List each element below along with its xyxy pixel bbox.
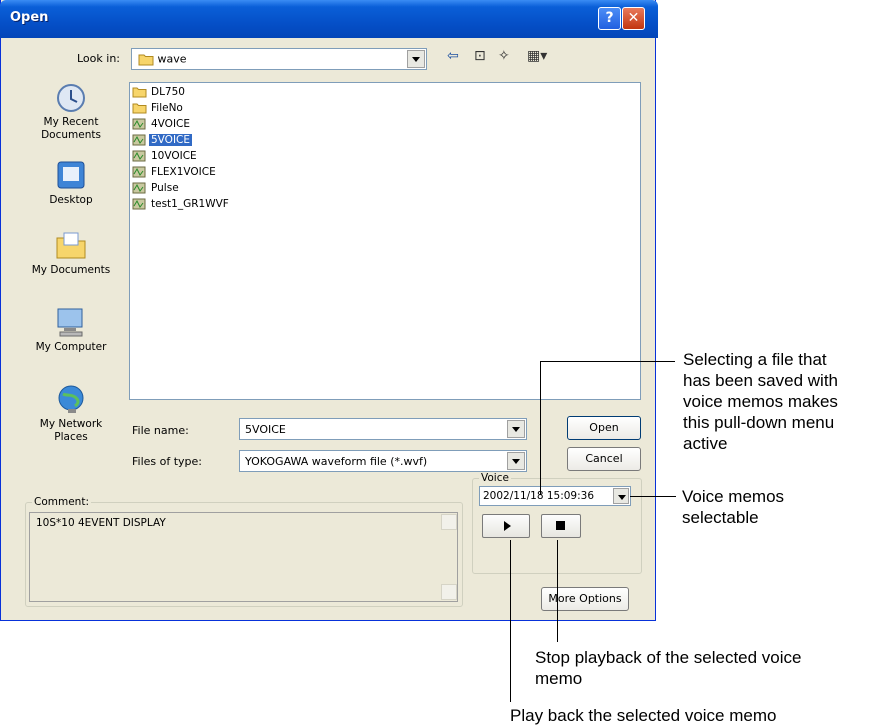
window-title: Open [10,10,49,25]
file-name-input[interactable]: 5VOICE [239,418,527,440]
list-item[interactable]: FileNo [132,102,185,118]
list-item[interactable]: 10VOICE [132,150,199,166]
play-icon [504,521,511,531]
file-name-value: 5VOICE [245,423,286,436]
file-name-selected: 5VOICE [149,134,193,146]
file-name: 10VOICE [151,150,197,162]
network-places-icon [58,385,84,413]
list-item[interactable]: FLEX1VOICE [132,166,218,182]
waveform-file-icon [132,182,146,194]
comment-text: 10S*10 4EVENT DISPLAY [36,517,166,529]
file-type-label: Files of type: [132,455,203,468]
waveform-file-icon [132,150,146,162]
annotation-stop: Stop playback of the selected voice memo [535,648,802,688]
cancel-button[interactable]: Cancel [567,447,641,471]
place-desktop[interactable]: Desktop [19,158,123,207]
waveform-file-icon [132,134,146,146]
look-in-value: wave [157,52,187,66]
callout-line-pulldown-vertical [540,361,541,495]
look-in-dropdown[interactable]: wave [131,48,427,70]
callout-line-stop [557,540,558,642]
file-name: 4VOICE [151,118,191,130]
chevron-down-icon[interactable] [507,420,525,438]
callout-line-play [510,540,511,702]
chevron-down-icon[interactable] [407,50,425,68]
stop-icon [556,521,565,530]
annotation-play: Play back the selected voice memo [510,706,777,725]
my-documents-icon [56,232,86,259]
place-label: My Recent Documents [41,116,101,141]
play-button[interactable] [482,514,530,538]
annotation-selectable: Voice memos selectable [682,487,785,527]
waveform-file-icon [132,118,146,130]
folder-icon [138,54,154,65]
place-label: My Computer [35,341,107,353]
desktop-icon [57,161,85,189]
back-arrow-icon[interactable]: ⇦ [447,48,459,64]
place-my-computer[interactable]: My Computer [19,305,123,354]
annotation-pulldown: Selecting a file that has been saved wit… [683,350,838,453]
file-list[interactable]: DL750 FileNo 4VOICE 5VOICE 10VOICE FLEX1… [129,82,641,400]
file-name: test1_GR1WVF [151,198,229,210]
voice-memo-select[interactable]: 2002/11/18 15:09:36 [479,486,631,506]
voice-memo-value: 2002/11/18 15:09:36 [483,490,595,502]
file-name: Pulse [151,182,179,194]
open-button[interactable]: Open [567,416,641,440]
list-item[interactable]: DL750 [132,86,187,102]
list-item[interactable]: 4VOICE [132,118,192,134]
scroll-down-icon[interactable] [441,584,457,600]
file-type-value: YOKOGAWA waveform file (*.wvf) [245,455,428,468]
callout-line-pulldown-horizontal [540,361,675,362]
file-name: FileNo [151,102,183,114]
waveform-file-icon [132,166,146,178]
comment-legend: Comment: [32,496,91,508]
new-folder-icon[interactable]: ✧ [498,48,510,64]
stop-button[interactable] [541,514,581,538]
folder-icon [132,87,147,98]
view-menu-icon[interactable]: ▦▾ [527,48,547,64]
comment-textarea[interactable]: 10S*10 4EVENT DISPLAY [29,512,458,602]
file-name: FLEX1VOICE [151,166,216,178]
open-dialog: Open ? ✕ Look in: wave ⇦ ⊡ ✧ ▦▾ My Recen… [0,0,658,621]
callout-line-selectable [630,496,676,497]
place-my-documents[interactable]: My Documents [19,228,123,277]
file-name: DL750 [151,86,185,98]
waveform-file-icon [132,198,146,210]
place-label: My Network Places [39,418,103,443]
up-folder-icon[interactable]: ⊡ [474,48,486,64]
chevron-down-icon[interactable] [613,488,629,504]
look-in-label: Look in: [77,52,120,65]
list-item[interactable]: 5VOICE [132,134,193,150]
places-bar: My Recent Documents Desktop My Documents… [19,80,123,460]
list-item[interactable]: test1_GR1WVF [132,198,231,214]
file-name-label: File name: [132,424,189,437]
close-button[interactable]: ✕ [622,7,645,30]
folder-icon [132,103,147,114]
recent-documents-icon [57,84,85,112]
help-button[interactable]: ? [598,7,621,30]
my-computer-icon [57,308,83,337]
file-type-select[interactable]: YOKOGAWA waveform file (*.wvf) [239,450,527,472]
list-item[interactable]: Pulse [132,182,181,198]
place-my-network-places[interactable]: My Network Places [19,382,123,444]
place-label: Desktop [49,194,93,206]
scroll-up-icon[interactable] [441,514,457,530]
place-my-recent-documents[interactable]: My Recent Documents [19,80,123,142]
more-options-button[interactable]: More Options [541,587,629,611]
place-label: My Documents [31,264,111,276]
chevron-down-icon[interactable] [507,452,525,470]
title-bar[interactable]: Open ? ✕ [0,0,658,38]
voice-legend: Voice [479,472,511,484]
